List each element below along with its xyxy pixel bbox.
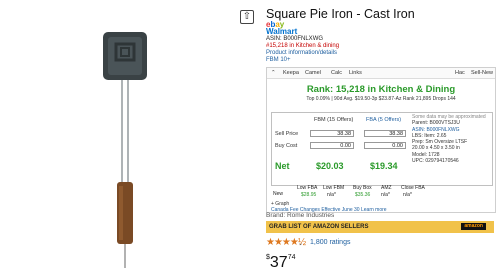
buy-cost-fbm-input[interactable]: 0.00 [310,142,354,149]
price: $3774 [266,254,296,271]
amazon-badge: amazon [461,223,486,230]
chevron-down-icon[interactable]: ⌄ [298,240,303,247]
product-info-link[interactable]: Product information/details [266,50,339,57]
new-label: New [273,191,284,197]
pie-iron-illustration [103,32,147,268]
tab-keepa[interactable]: Keepa [283,70,299,76]
sell-price-fba-input[interactable]: 38.38 [364,130,406,137]
share-icon[interactable]: ⇧ [240,10,254,24]
rank-heading: Rank: 15,218 in Kitchen & Dining [306,84,456,95]
amz-label: AMZ [381,185,392,191]
buy-box-label: Buy Box [353,185,372,191]
close-fba-value: n/a* [403,192,412,198]
low-fbm-label: Low FBM [323,185,345,191]
net-fbm-value: $20.03 [316,161,344,171]
amz-value: n/a* [381,192,390,198]
buy-cost-fba-input[interactable]: 0.00 [364,142,406,149]
buy-box-value: $35.36 [355,192,371,198]
tab-hac[interactable]: Hac [455,70,465,76]
tab-links[interactable]: Links [349,70,362,76]
net-label: Net [275,161,290,171]
sell-price-label: Sell Price [275,131,299,137]
buy-cost-label: Buy Cost [275,143,298,149]
walmart-link[interactable]: Walmart [266,28,339,36]
seller-tool-panel: ⌃ Keepa Camel Calc Links Hac Sell-New Ra… [266,67,496,213]
rank-text: #15,218 in Kitchen & dining [266,42,340,49]
low-fba-label: Low FBA [297,185,318,191]
rank-stats: Top 0.09% | 90d Avg. $19.50-3p $23.87-Az… [306,96,456,102]
ratings-count-link[interactable]: 1,800 ratings [310,239,350,246]
fba-header[interactable]: FBA (5 Offers) [366,117,401,123]
tab-camel[interactable]: Camel [305,70,321,76]
grab-sellers-banner[interactable]: GRAB LIST OF AMAZON SELLERS amazon [266,221,494,233]
fbm-header: FBM (15 Offers) [314,117,354,123]
brand-link[interactable]: Brand: Rome Industries [266,212,334,219]
low-fbm-value: n/a* [327,192,336,198]
product-image[interactable] [95,30,155,270]
extension-summary: ebay Walmart ASIN: B000FNLXWG #15,218 in… [266,21,339,65]
learn-more-link[interactable]: Learn more [361,207,387,213]
sell-price-fbm-input[interactable]: 38.38 [310,130,354,137]
tab-calc[interactable]: Calc [331,70,342,76]
menu-icon[interactable]: ⌃ [271,70,276,76]
tab-sell-new[interactable]: Sell-New [471,70,493,76]
fbm-link[interactable]: FBM 10+ [266,57,339,64]
product-title: Square Pie Iron - Cast Iron [266,7,415,21]
asin-text: ASIN: B000FNLXWG [266,35,324,42]
panel-tabs: ⌃ Keepa Camel Calc Links Hac Sell-New [267,68,495,79]
profit-calculator: FBM (15 Offers) FBA (5 Offers) Sell Pric… [271,112,493,186]
close-fba-label: Close FBA [401,185,425,191]
low-fba-value: $28.95 [301,192,317,198]
product-details: Some data may be approximated Parent: B0… [412,114,486,165]
net-fba-value: $19.34 [370,161,398,171]
